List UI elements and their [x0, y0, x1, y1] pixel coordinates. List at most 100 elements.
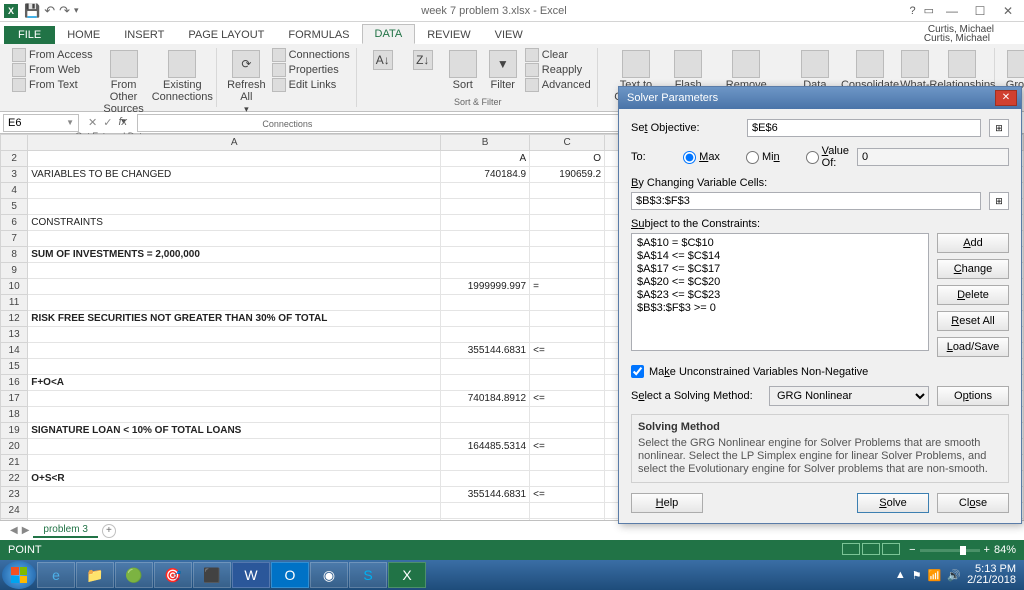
- tray-network-icon[interactable]: 📶: [928, 569, 942, 582]
- value-of-input[interactable]: [857, 148, 1009, 166]
- row-header[interactable]: 23: [1, 487, 28, 503]
- sheet-nav-next[interactable]: ▶: [22, 525, 30, 536]
- taskbar-explorer-icon[interactable]: 📁: [76, 562, 114, 588]
- tray-up-icon[interactable]: ▲: [895, 569, 906, 581]
- dialog-close-button[interactable]: ✕: [995, 90, 1017, 106]
- file-tab[interactable]: FILE: [4, 26, 55, 44]
- from-text-button[interactable]: From Text: [12, 78, 93, 92]
- row-header[interactable]: 19: [1, 423, 28, 439]
- save-icon[interactable]: 💾: [24, 3, 40, 19]
- col-header[interactable]: A: [28, 135, 441, 151]
- row-header[interactable]: 12: [1, 311, 28, 327]
- help-icon[interactable]: ?: [909, 5, 915, 17]
- tab-insert[interactable]: INSERT: [112, 26, 176, 44]
- nonneg-checkbox[interactable]: Make Unconstrained Variables Non-Negativ…: [631, 365, 1009, 378]
- value-of-radio[interactable]: Value Of:: [806, 145, 849, 169]
- tab-view[interactable]: VIEW: [483, 26, 535, 44]
- connections-button[interactable]: Connections: [272, 48, 350, 62]
- min-radio[interactable]: Min: [746, 151, 780, 164]
- reapply-button[interactable]: Reapply: [525, 63, 591, 77]
- changing-cells-input[interactable]: [631, 192, 981, 210]
- ref-picker-button[interactable]: ⊞: [989, 192, 1009, 210]
- row-header[interactable]: 6: [1, 215, 28, 231]
- start-button[interactable]: [2, 561, 36, 589]
- tab-page-layout[interactable]: PAGE LAYOUT: [176, 26, 276, 44]
- delete-button[interactable]: Delete: [937, 285, 1009, 305]
- tray-flag-icon[interactable]: ⚑: [912, 569, 922, 582]
- close-button[interactable]: Close: [937, 493, 1009, 513]
- taskbar-app-icon[interactable]: 🎯: [154, 562, 192, 588]
- row-header[interactable]: 24: [1, 503, 28, 519]
- row-header[interactable]: 14: [1, 343, 28, 359]
- row-header[interactable]: 11: [1, 295, 28, 311]
- from-access-button[interactable]: From Access: [12, 48, 93, 62]
- row-header[interactable]: 13: [1, 327, 28, 343]
- row-header[interactable]: 20: [1, 439, 28, 455]
- maximize-button[interactable]: ☐: [970, 4, 990, 18]
- row-header[interactable]: 21: [1, 455, 28, 471]
- fx-icon[interactable]: fx: [118, 116, 131, 129]
- solving-method-select[interactable]: GRG Nonlinear: [769, 386, 929, 406]
- taskbar-excel-icon[interactable]: X: [388, 562, 426, 588]
- reset-all-button[interactable]: Reset All: [937, 311, 1009, 331]
- advanced-button[interactable]: Advanced: [525, 78, 591, 92]
- add-button[interactable]: Add: [937, 233, 1009, 253]
- col-header[interactable]: B: [441, 135, 530, 151]
- tab-review[interactable]: REVIEW: [415, 26, 482, 44]
- load-save-button[interactable]: Load/Save: [937, 337, 1009, 357]
- filter-button[interactable]: ▼Filter: [485, 48, 521, 93]
- sort-button[interactable]: Sort: [445, 48, 481, 93]
- taskbar-skype-icon[interactable]: S: [349, 562, 387, 588]
- view-buttons[interactable]: [841, 543, 901, 558]
- user-label[interactable]: Curtis, Michael: [928, 24, 994, 35]
- ribbon-options-icon[interactable]: ▭: [924, 4, 934, 17]
- sheet-nav-prev[interactable]: ◀: [10, 525, 18, 536]
- sort-za-button[interactable]: Z↓: [405, 48, 441, 72]
- objective-input[interactable]: [747, 119, 981, 137]
- col-header[interactable]: C: [530, 135, 605, 151]
- row-header[interactable]: 4: [1, 183, 28, 199]
- row-header[interactable]: 2: [1, 151, 28, 167]
- name-box[interactable]: E6▼: [3, 114, 79, 132]
- row-header[interactable]: 10: [1, 279, 28, 295]
- change-button[interactable]: Change: [937, 259, 1009, 279]
- tab-formulas[interactable]: FORMULAS: [276, 26, 361, 44]
- enter-formula-icon[interactable]: ✓: [103, 116, 112, 129]
- constraints-listbox[interactable]: $A$10 = $C$10 $A$14 <= $C$14 $A$17 <= $C…: [631, 233, 929, 351]
- tray-sound-icon[interactable]: 🔊: [947, 569, 961, 582]
- clock[interactable]: 5:13 PM2/21/2018: [967, 564, 1016, 586]
- row-header[interactable]: 25: [1, 519, 28, 521]
- redo-icon[interactable]: ↷: [59, 3, 70, 19]
- tab-data[interactable]: DATA: [362, 24, 416, 44]
- row-header[interactable]: 16: [1, 375, 28, 391]
- taskbar-outlook-icon[interactable]: O: [271, 562, 309, 588]
- row-header[interactable]: 18: [1, 407, 28, 423]
- row-header[interactable]: 8: [1, 247, 28, 263]
- row-header[interactable]: 5: [1, 199, 28, 215]
- edit-links-button[interactable]: Edit Links: [272, 78, 350, 92]
- properties-button[interactable]: Properties: [272, 63, 350, 77]
- max-radio[interactable]: Max: [683, 151, 720, 164]
- taskbar-app-icon[interactable]: 🟢: [115, 562, 153, 588]
- sort-az-button[interactable]: A↓: [365, 48, 401, 72]
- from-web-button[interactable]: From Web: [12, 63, 93, 77]
- refresh-all-button[interactable]: ⟳Refresh All▾: [225, 48, 268, 117]
- taskbar-app-icon[interactable]: ⬛: [193, 562, 231, 588]
- row-header[interactable]: 9: [1, 263, 28, 279]
- row-header[interactable]: 7: [1, 231, 28, 247]
- undo-icon[interactable]: ↶: [44, 3, 55, 19]
- help-button[interactable]: Help: [631, 493, 703, 513]
- row-header[interactable]: 15: [1, 359, 28, 375]
- sheet-tab-problem-3[interactable]: problem 3: [33, 523, 97, 538]
- close-button[interactable]: ✕: [998, 4, 1018, 18]
- solve-button[interactable]: Solve: [857, 493, 929, 513]
- row-header[interactable]: 22: [1, 471, 28, 487]
- minimize-button[interactable]: —: [942, 4, 962, 18]
- tab-home[interactable]: HOME: [55, 26, 112, 44]
- row-header[interactable]: 3: [1, 167, 28, 183]
- cancel-formula-icon[interactable]: ✕: [88, 116, 97, 129]
- taskbar-ie-icon[interactable]: e: [37, 562, 75, 588]
- chevron-down-icon[interactable]: ▼: [66, 118, 74, 127]
- dialog-titlebar[interactable]: Solver Parameters ✕: [619, 87, 1021, 109]
- new-sheet-button[interactable]: +: [102, 524, 116, 538]
